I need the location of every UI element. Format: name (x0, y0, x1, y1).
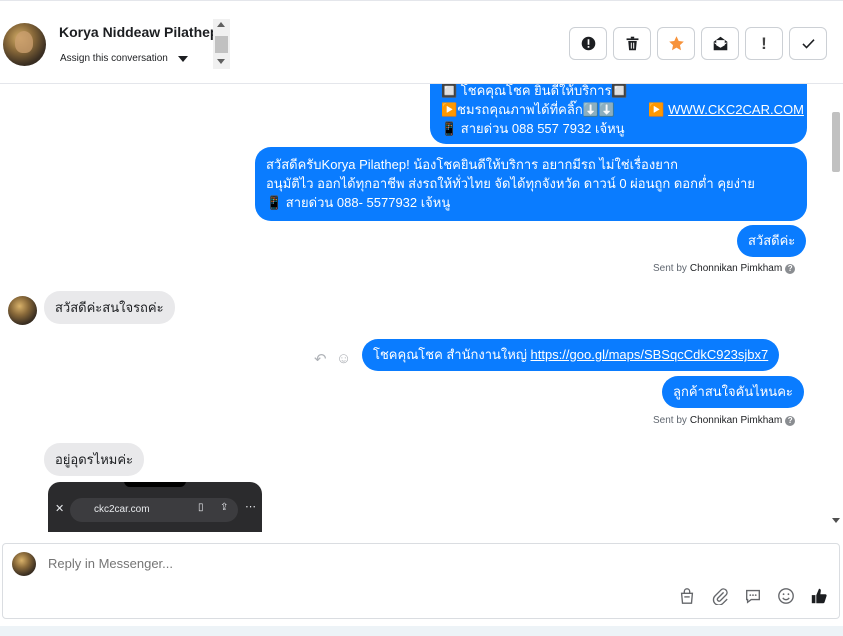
message-thread[interactable]: 🔲 โชคคุณโชค ยินดีให้บริการ🔲 ▶️ชมรถคุณภาพ… (0, 84, 843, 532)
share-icon: ⇪ (220, 502, 229, 513)
reply-input[interactable] (48, 556, 748, 571)
message-bubble-incoming[interactable]: อยู่อุดรไหมค่ะ (44, 443, 145, 476)
react-emoji-icon[interactable]: ☺ (336, 350, 351, 367)
message-line: อนุมัติไว ออกได้ทุกอาชีพ ส่งรถให้ทั่วไทย… (266, 176, 755, 191)
more-icon: ⋯ (245, 501, 256, 513)
message-line: สวัสดีครับKorya Pilathep! น้องโชคยินดีให… (266, 157, 679, 172)
message-line: 🔲 โชคคุณโชค ยินดีให้บริการ🔲 (441, 84, 628, 98)
scroll-down-arrow-icon[interactable] (832, 518, 840, 523)
phone-notch (124, 482, 186, 487)
message-bubble-outgoing[interactable]: สวัสดีครับKorya Pilathep! น้องโชคยินดีให… (255, 147, 807, 221)
sent-by-label: Sent by Chonnikan Pimkham ? (653, 263, 796, 274)
sent-by-label: Sent by Chonnikan Pimkham ? (653, 415, 796, 426)
star-button[interactable] (657, 27, 695, 60)
shop-bag-icon[interactable] (677, 586, 697, 606)
caret-down-icon (177, 55, 188, 62)
message-bubble-outgoing[interactable]: โชคคุณโชค สำนักงานใหญ่ https://goo.gl/ma… (362, 339, 780, 371)
reply-composer (2, 543, 840, 619)
delete-button[interactable] (613, 27, 651, 60)
website-link[interactable]: WWW.CKC2CAR.COM (668, 102, 804, 117)
spam-button[interactable] (569, 27, 607, 60)
scroll-down-arrow-icon[interactable] (217, 59, 225, 64)
sender-name: Chonnikan Pimkham (689, 263, 783, 274)
help-icon[interactable]: ? (785, 415, 796, 426)
sender-name: Chonnikan Pimkham (689, 415, 783, 426)
message-line: 📱 สายด่วน 088 557 7932 เจ้หนู (441, 121, 625, 136)
scroll-thumb[interactable] (215, 36, 228, 53)
message-bubble-outgoing[interactable]: 🔲 โชคคุณโชค ยินดีให้บริการ🔲 ▶️ชมรถคุณภาพ… (430, 84, 807, 144)
exclamation-icon: ! (761, 33, 767, 53)
header-scrollbar[interactable] (213, 19, 230, 69)
help-icon[interactable]: ? (785, 263, 796, 274)
done-button[interactable] (789, 27, 827, 60)
thread-scrollbar[interactable] (831, 84, 843, 532)
contact-name[interactable]: Korya Niddeaw Pilathep (59, 24, 214, 40)
conversation-header: Korya Niddeaw Pilathep Assign this conve… (0, 0, 843, 84)
scroll-thumb[interactable] (832, 112, 840, 172)
follow-up-button[interactable]: ! (745, 27, 783, 60)
thumbs-up-icon[interactable] (809, 586, 829, 606)
star-icon (668, 36, 684, 51)
envelope-icon (713, 36, 727, 51)
mark-unread-button[interactable] (701, 27, 739, 60)
reply-icon[interactable]: ↶ (314, 350, 327, 368)
conversation-actions: ! (569, 27, 827, 60)
bookmark-icon: ▯ (198, 502, 204, 513)
emoji-icon[interactable] (776, 586, 796, 606)
message-line: 📱 สายด่วน 088- 5577932 เจ้หนู (266, 195, 451, 210)
scroll-up-arrow-icon[interactable] (217, 22, 225, 27)
saved-reply-icon[interactable] (743, 586, 763, 606)
maps-link[interactable]: https://goo.gl/maps/SBSqcCdkC923sjbx7 (531, 347, 769, 362)
trash-icon (626, 36, 638, 51)
contact-avatar-small[interactable] (8, 296, 37, 325)
page-avatar (12, 552, 36, 576)
paperclip-icon[interactable] (710, 586, 730, 606)
check-icon (801, 39, 815, 49)
message-bubble-outgoing[interactable]: สวัสดีค่ะ (737, 225, 807, 257)
alert-circle-icon (581, 36, 595, 51)
assign-conversation-dropdown[interactable]: Assign this conversation (60, 53, 188, 64)
image-attachment[interactable]: ✕ ckc2car.com ▯ ⇪ ⋯ (48, 482, 262, 532)
composer-toolbar (677, 586, 829, 606)
close-icon: ✕ (55, 503, 65, 515)
assign-label: Assign this conversation (60, 53, 168, 64)
footer-strip (0, 626, 843, 636)
message-bubble-outgoing[interactable]: ลูกค้าสนใจคันไหนคะ (662, 376, 804, 408)
message-line: ▶️ชมรถคุณภาพได้ที่คลิ๊ก⬇️⬇️ ▶️ WWW.CKC2C… (441, 102, 804, 117)
contact-avatar[interactable] (3, 23, 46, 66)
message-bubble-incoming[interactable]: สวัสดีค่ะสนใจรถค่ะ (44, 291, 175, 324)
browser-url-bar: ckc2car.com (70, 498, 238, 522)
